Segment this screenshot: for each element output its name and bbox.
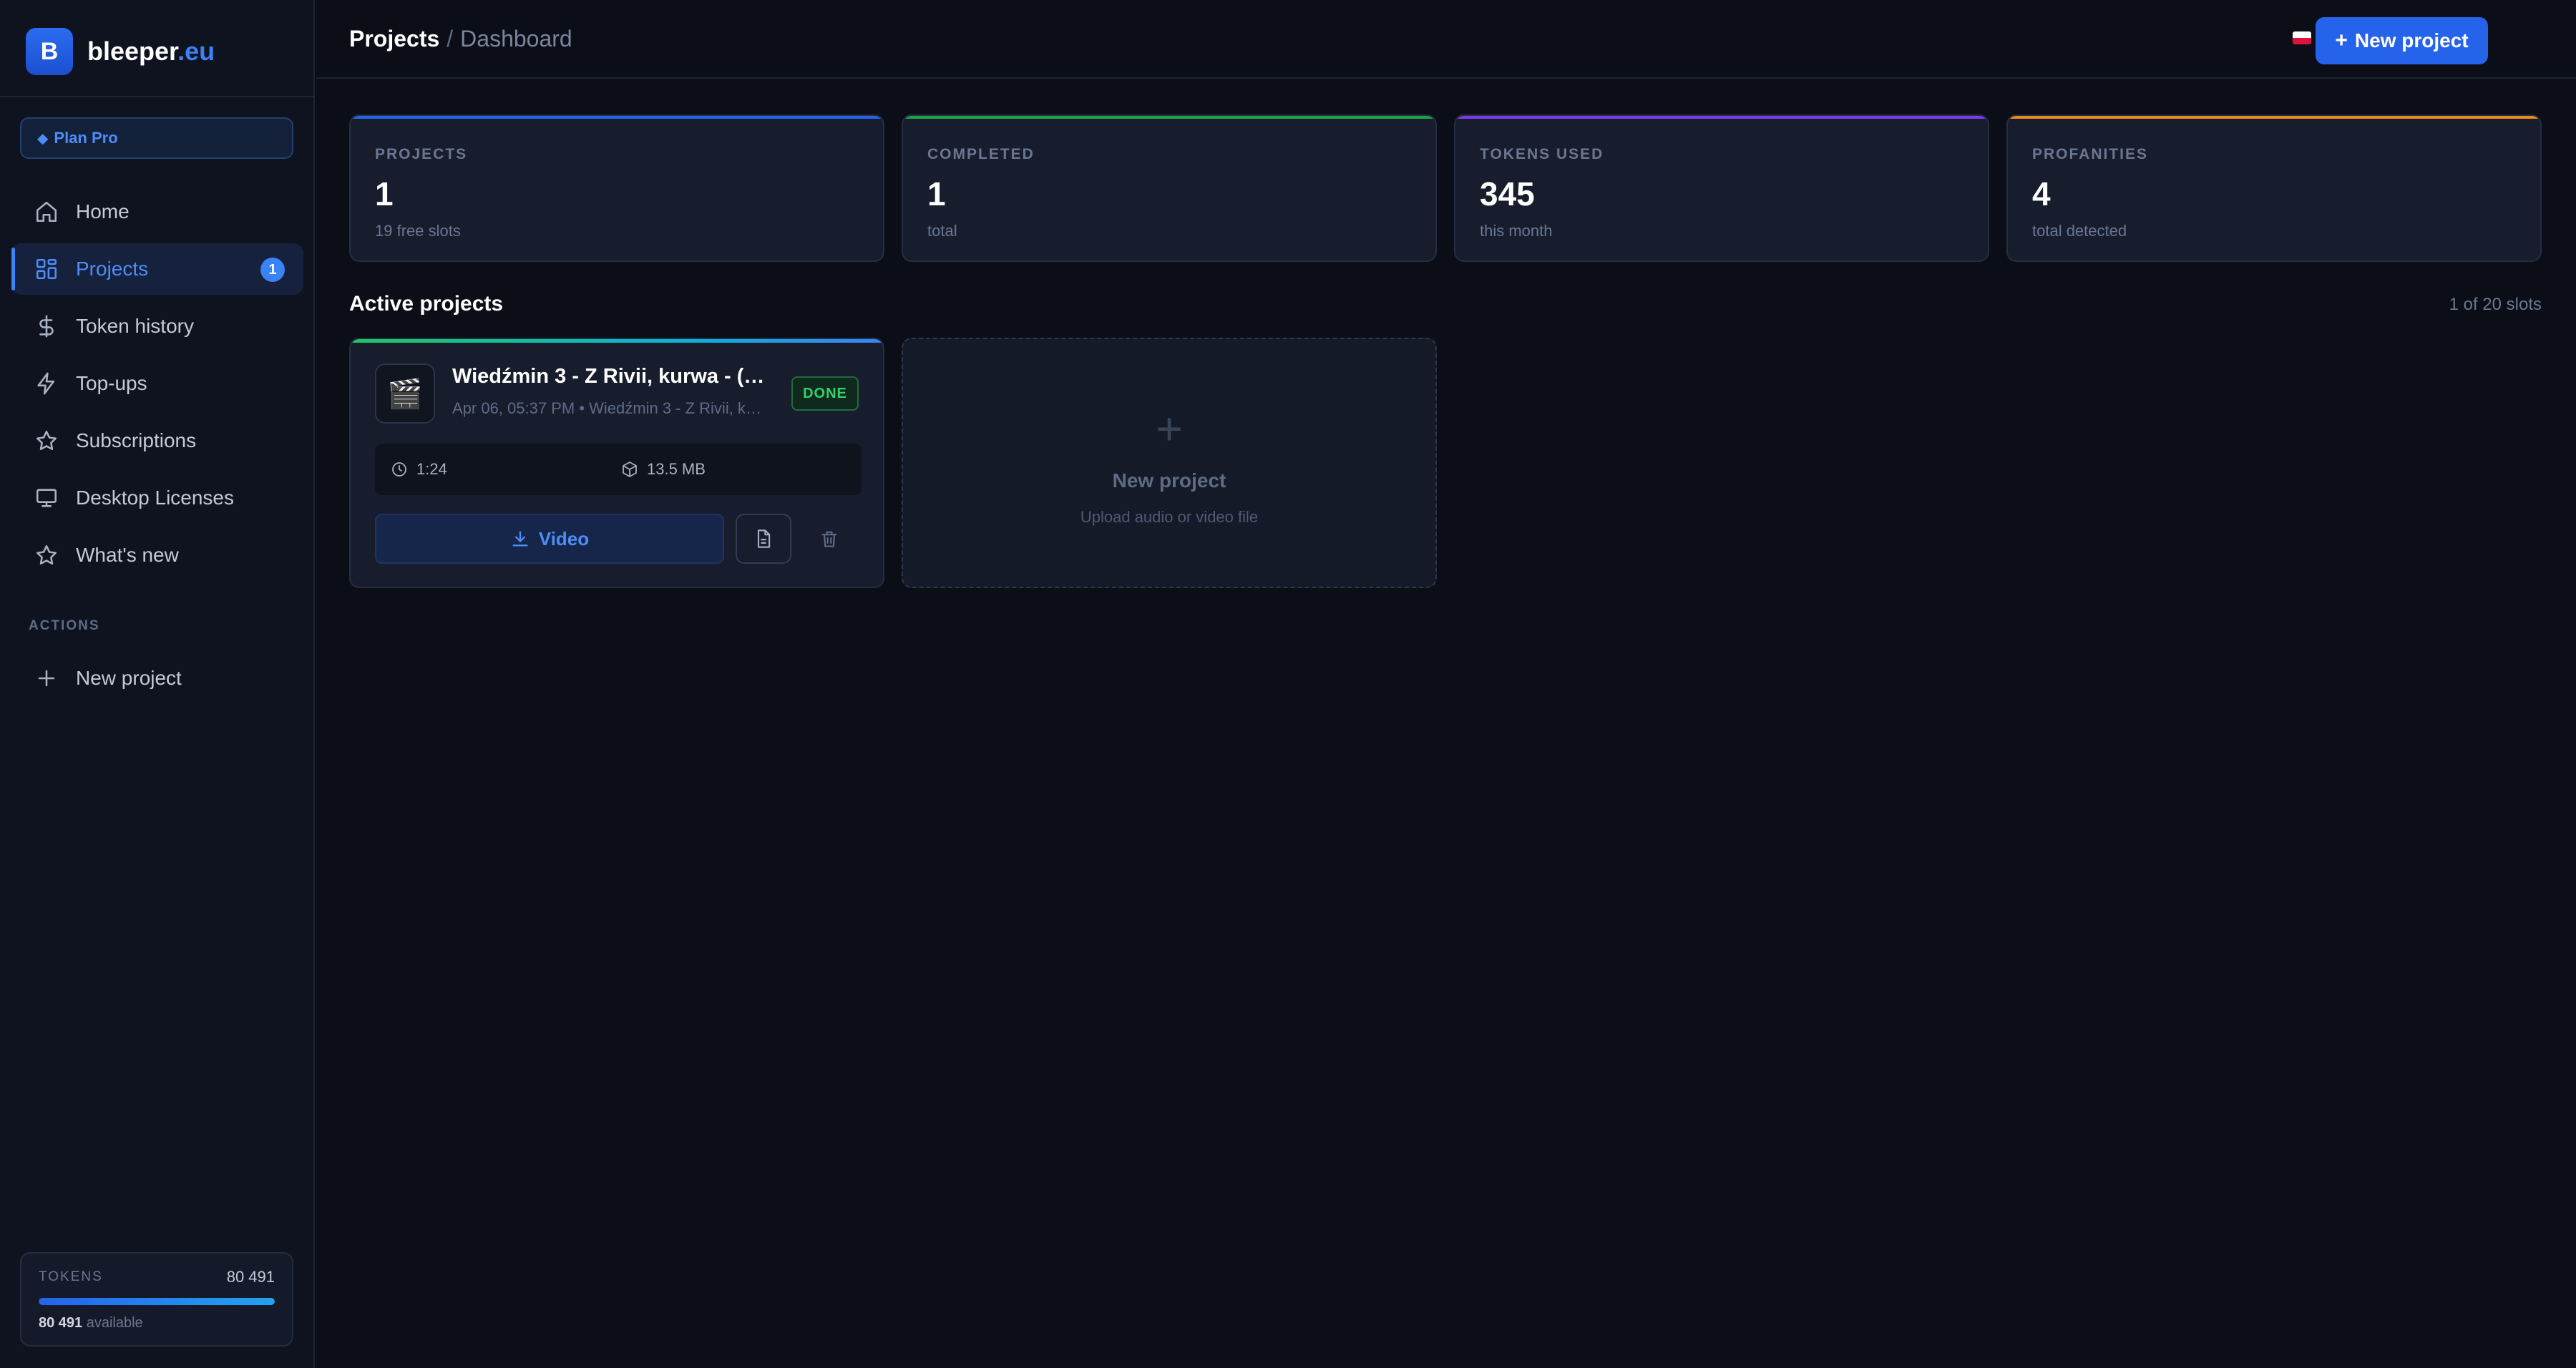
sidebar-item-whats-new[interactable]: What's new [11,529,303,581]
stat-card-profanities: PROFANITIES 4 total detected [2006,114,2542,262]
duration-value: 1:24 [416,460,447,478]
sidebar-item-label: What's new [76,544,179,566]
project-size: 13.5 MB [621,444,706,495]
plan-label: Plan Pro [54,129,118,147]
new-project-button[interactable]: + New project [2316,17,2488,64]
sidebar-item-desktop-licenses[interactable]: Desktop Licenses [11,472,303,524]
breadcrumb-separator: / [447,26,454,52]
stat-value: 1 [927,175,946,212]
sidebar-item-label: Projects [76,258,149,280]
stat-label: COMPLETED [927,146,1035,162]
sidebar-item-projects[interactable]: Projects 1 [11,243,303,295]
star-icon [36,430,57,451]
new-project-card[interactable]: + New project Upload audio or video file [902,338,1437,588]
clapperboard-icon: 🎬 [375,363,435,424]
clock-icon [392,462,406,477]
stat-value: 4 [2032,175,2051,212]
breadcrumb-projects[interactable]: Projects [349,26,439,52]
grid-icon [36,258,57,280]
sidebar-item-label: Subscriptions [76,429,197,451]
size-value: 13.5 MB [647,460,706,478]
stat-label: PROFANITIES [2032,146,2149,162]
sidebar-item-top-ups[interactable]: Top-ups [11,358,303,409]
project-card[interactable]: 🎬 Wiedźmin 3 - Z Rivii, kurwa - (7... Ap… [349,338,884,588]
brand[interactable]: B bleeper.eu [26,27,215,76]
tokens-progress-bar [39,1298,275,1305]
stat-card-tokens-used: TOKENS USED 345 this month [1454,114,1989,262]
sidebar-nav: Home Projects 1 Token history Top-ups Su… [11,186,303,587]
sidebar-item-label: Top-ups [76,372,147,394]
delete-project-button[interactable] [801,514,857,564]
stat-label: PROJECTS [375,146,468,162]
tokens-available: 80 491 available [39,1315,143,1331]
polish-flag-icon[interactable] [2293,31,2311,44]
breadcrumb: Projects / Dashboard [349,26,572,52]
tokens-widget: TOKENS 80 491 80 491 available [20,1252,293,1347]
trash-icon [821,531,837,547]
sidebar-item-home[interactable]: Home [11,186,303,238]
stat-sub: 19 free slots [375,222,461,240]
plus-icon: + [2335,29,2348,52]
app: B bleeper.eu ◆ Plan Pro Home Projects 1 … [0,0,2576,1368]
stat-sub: total [927,222,957,240]
sidebar-divider [0,96,315,97]
video-button-label: Video [538,527,590,549]
brand-name: bleeper.eu [87,36,215,66]
top-header: Projects / Dashboard + New project [316,0,2576,79]
actions-section-title: ACTIONS [29,618,100,633]
star-icon [36,544,57,565]
sidebar-item-label: New project [76,667,182,689]
new-project-card-subtitle: Upload audio or video file [1080,508,1259,526]
sidebar-item-new-project[interactable]: New project [11,653,303,704]
sidebar-item-token-history[interactable]: Token history [11,301,303,352]
slots-counter: 1 of 20 slots [2449,295,2542,314]
document-icon [757,529,771,548]
projects-count-badge: 1 [260,258,285,282]
sidebar-item-subscriptions[interactable]: Subscriptions [11,415,303,466]
breadcrumb-dashboard: Dashboard [460,26,572,52]
sidebar-item-label: Desktop Licenses [76,487,235,509]
active-projects-title: Active projects [349,292,504,316]
project-meta: Apr 06, 05:37 PM • Wiedźmin 3 - Z Rivii,… [452,399,767,417]
download-icon [512,531,528,547]
status-badge: DONE [791,376,859,411]
stat-sub: this month [1480,222,1553,240]
stat-value: 1 [375,175,394,212]
plan-badge[interactable]: ◆ Plan Pro [20,117,293,159]
new-project-button-label: New project [2354,29,2469,52]
lightning-icon [37,372,55,395]
tokens-label: TOKENS [39,1269,103,1284]
download-video-button[interactable]: Video [375,514,724,564]
plus-icon [38,670,55,687]
home-icon [36,201,57,223]
tokens-value: 80 491 [226,1268,275,1286]
stat-label: TOKENS USED [1480,146,1604,162]
sidebar-item-label: Home [76,200,130,223]
sidebar: B bleeper.eu ◆ Plan Pro Home Projects 1 … [0,0,315,1368]
new-project-card-title: New project [1112,469,1226,492]
stat-card-completed: COMPLETED 1 total [902,114,1437,262]
monitor-icon [36,489,57,507]
diamond-icon: ◆ [37,130,49,147]
sidebar-actions: New project [11,653,303,710]
tokens-progress-fill [39,1298,275,1305]
dollar-icon [39,315,54,338]
stat-value: 345 [1480,175,1535,212]
brand-logo: B [26,28,73,75]
sidebar-item-label: Token history [76,315,194,337]
plus-icon: + [1156,403,1183,454]
project-title[interactable]: Wiedźmin 3 - Z Rivii, kurwa - (7... [452,365,767,389]
stat-sub: total detected [2032,222,2127,240]
project-info-bar: 1:24 13.5 MB [375,444,862,495]
cube-icon [623,461,637,477]
transcript-button[interactable] [736,514,791,564]
project-duration: 1:24 [391,444,447,495]
stat-card-projects: PROJECTS 1 19 free slots [349,114,884,262]
